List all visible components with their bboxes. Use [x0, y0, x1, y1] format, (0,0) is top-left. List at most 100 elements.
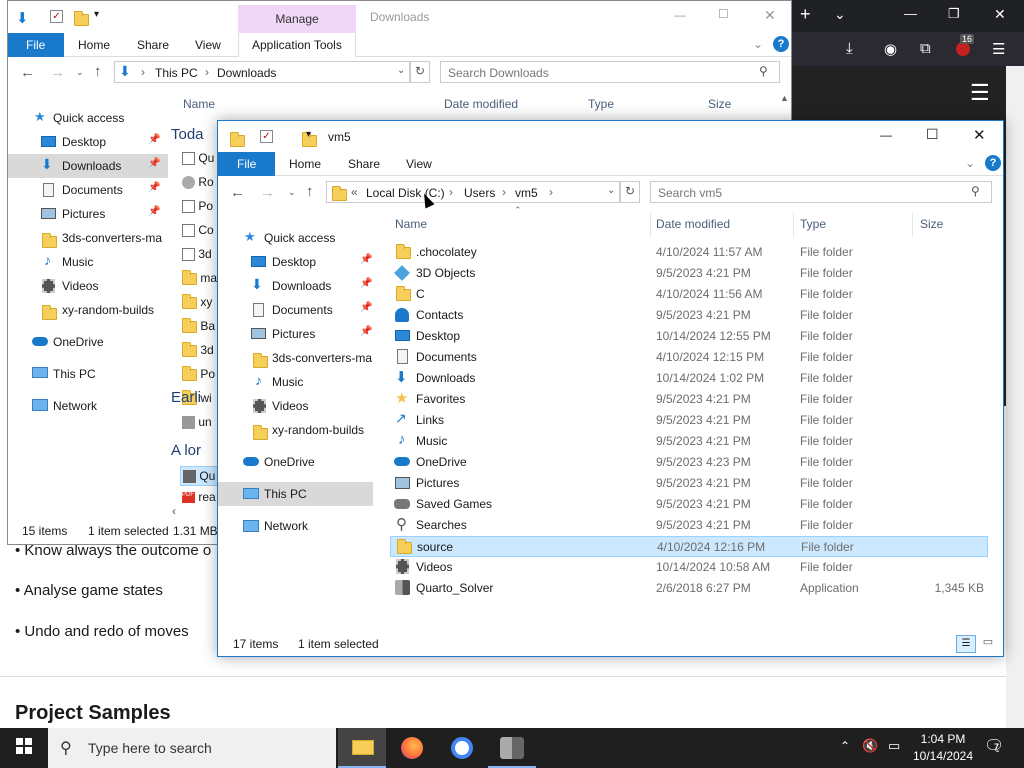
file-row[interactable]: source 4/10/2024 12:16 PM File folder [390, 536, 988, 557]
crumb-local-disk[interactable]: Local Disk (C:) [366, 186, 445, 200]
details-view-button[interactable]: ☰ [956, 635, 976, 653]
column-divider[interactable] [912, 213, 913, 237]
pin-icon[interactable]: 📌 [148, 182, 160, 193]
browser-minimize-button[interactable]: — [904, 6, 917, 21]
crumb-vm5[interactable]: vm5 [515, 186, 538, 200]
column-date-modified[interactable]: Date modified [656, 217, 730, 231]
nav-pictures[interactable]: Pictures 📌 [8, 202, 168, 226]
account-icon[interactable]: ◉ [884, 40, 897, 58]
taskbar-search[interactable]: ⚲ Type here to search [48, 728, 336, 768]
file-row[interactable]: Pictures 9/5/2023 4:21 PM File folder [390, 473, 988, 494]
nav-music[interactable]: ♪ Music [218, 370, 378, 394]
close-button[interactable]: ✕ [973, 126, 986, 144]
nav-network[interactable]: Network [218, 514, 378, 538]
search-icon[interactable]: ⚲ [971, 184, 980, 198]
file-row[interactable]: Videos 10/14/2024 10:58 AM File folder [390, 557, 988, 578]
file-row[interactable]: C 4/10/2024 11:56 AM File folder [390, 284, 988, 305]
clock-date[interactable]: 10/14/2024 [908, 749, 978, 763]
refresh-button[interactable]: ↻ [410, 61, 430, 83]
crumb-downloads[interactable]: Downloads [217, 66, 276, 80]
downloads-icon[interactable]: ⤓ [846, 40, 853, 57]
crumb-users[interactable]: Users [464, 186, 495, 200]
nav-quick-access[interactable]: ★ Quick access [218, 226, 378, 250]
nav-3ds-converters[interactable]: 3ds-converters-ma [218, 346, 378, 370]
tab-application-tools[interactable]: Application Tools [238, 33, 356, 57]
qat-dropdown-icon[interactable]: ▾ [306, 129, 311, 140]
tab-file[interactable]: File [218, 152, 275, 176]
list-item[interactable]: ma [182, 269, 222, 295]
column-type[interactable]: Type [800, 217, 826, 231]
nav-quick-access[interactable]: ★ Quick access [8, 106, 168, 130]
pin-icon[interactable]: 📌 [360, 326, 372, 337]
pin-icon[interactable]: 📌 [148, 158, 160, 169]
tab-share[interactable]: Share [137, 38, 169, 52]
nav-network[interactable]: Network [8, 394, 168, 418]
nav-downloads[interactable]: ⬇ Downloads 📌 [218, 274, 378, 298]
close-button[interactable]: ✕ [764, 7, 776, 24]
address-bar[interactable]: « Local Disk (C:) › Users › vm5 › ⌄ [326, 181, 620, 203]
nav-documents[interactable]: Documents 📌 [8, 178, 168, 202]
tab-view[interactable]: View [195, 38, 221, 52]
browser-restore-button[interactable]: ❐ [948, 6, 960, 22]
qat-download-icon[interactable]: ⬇ [16, 9, 29, 27]
new-tab-button[interactable]: + [800, 4, 811, 25]
show-hidden-icons-icon[interactable]: ⌃ [840, 739, 850, 753]
nav-videos[interactable]: Videos [8, 274, 168, 298]
search-box[interactable]: Search vm5 ⚲ [650, 181, 992, 203]
qat-properties-icon[interactable]: ✓ [260, 130, 273, 143]
list-item[interactable]: Po [182, 199, 222, 223]
file-row[interactable]: ♪ Music 9/5/2023 4:21 PM File folder [390, 431, 988, 452]
refresh-button[interactable]: ↻ [620, 181, 640, 203]
site-menu-icon[interactable]: ☰ [970, 80, 990, 106]
help-icon[interactable]: ? [773, 36, 789, 52]
minimize-button[interactable]: — [674, 8, 686, 22]
address-dropdown-icon[interactable]: ⌄ [397, 65, 405, 76]
group-header[interactable]: Toda [171, 126, 204, 143]
file-row[interactable]: ★ Favorites 9/5/2023 4:21 PM File folder [390, 389, 988, 410]
nav-desktop[interactable]: Desktop 📌 [218, 250, 378, 274]
nav-onedrive[interactable]: OneDrive [8, 330, 168, 354]
qat-folder-icon[interactable] [230, 131, 245, 147]
chrome-taskbar-button[interactable] [438, 728, 486, 768]
tab-share[interactable]: Share [348, 157, 380, 171]
list-item[interactable]: PDF rea [182, 490, 216, 504]
nav-this-pc[interactable]: This PC [8, 362, 168, 386]
nav-music[interactable]: ♪ Music [8, 250, 168, 274]
nav-this-pc[interactable]: This PC [218, 482, 373, 506]
nav-up-button[interactable]: ↑ [94, 63, 102, 80]
tab-home[interactable]: Home [289, 157, 321, 171]
nav-videos[interactable]: Videos [218, 394, 378, 418]
file-row[interactable]: 3D Objects 9/5/2023 4:21 PM File folder [390, 263, 988, 284]
page-scrollbar[interactable] [1006, 66, 1024, 728]
file-row[interactable]: Desktop 10/14/2024 12:55 PM File folder [390, 326, 988, 347]
list-item[interactable]: un [182, 415, 212, 430]
scroll-up-icon[interactable]: ▲ [780, 93, 789, 103]
network-tray-icon[interactable]: ▭ [888, 738, 900, 754]
nav-desktop[interactable]: Desktop 📌 [8, 130, 168, 154]
column-name[interactable]: Name [183, 97, 215, 111]
browser-menu-icon[interactable]: ☰ [992, 40, 1005, 58]
file-row[interactable]: OneDrive 9/5/2023 4:23 PM File folder [390, 452, 988, 473]
maximize-button[interactable]: ☐ [718, 7, 729, 21]
nav-back-button[interactable]: ← [20, 64, 35, 81]
file-row[interactable]: ↗ Links 9/5/2023 4:21 PM File folder [390, 410, 988, 431]
file-row[interactable]: Saved Games 9/5/2023 4:21 PM File folder [390, 494, 988, 515]
ribbon-expand-icon[interactable]: ⌄ [965, 156, 975, 170]
file-row[interactable]: Documents 4/10/2024 12:15 PM File folder [390, 347, 988, 368]
recent-dropdown-icon[interactable]: ⌄ [76, 67, 84, 78]
list-item[interactable]: Ba [182, 317, 222, 343]
recent-dropdown-icon[interactable]: ⌄ [288, 187, 296, 198]
list-item[interactable]: Co [182, 223, 222, 247]
qat-properties-icon[interactable]: ✓ [50, 10, 63, 23]
column-name[interactable]: Name [395, 217, 650, 237]
nav-downloads[interactable]: ⬇ Downloads 📌 [8, 154, 168, 178]
tab-home[interactable]: Home [78, 38, 110, 52]
list-item[interactable]: xy [182, 293, 222, 319]
tab-view[interactable]: View [406, 157, 432, 171]
list-item[interactable]: Qu [182, 151, 222, 175]
browser-close-button[interactable]: ✕ [994, 6, 1006, 23]
list-item[interactable]: Ro [182, 175, 222, 199]
nav-3ds-converters[interactable]: 3ds-converters-ma [8, 226, 168, 250]
start-button[interactable] [0, 728, 48, 768]
tab-file[interactable]: File [8, 33, 64, 57]
